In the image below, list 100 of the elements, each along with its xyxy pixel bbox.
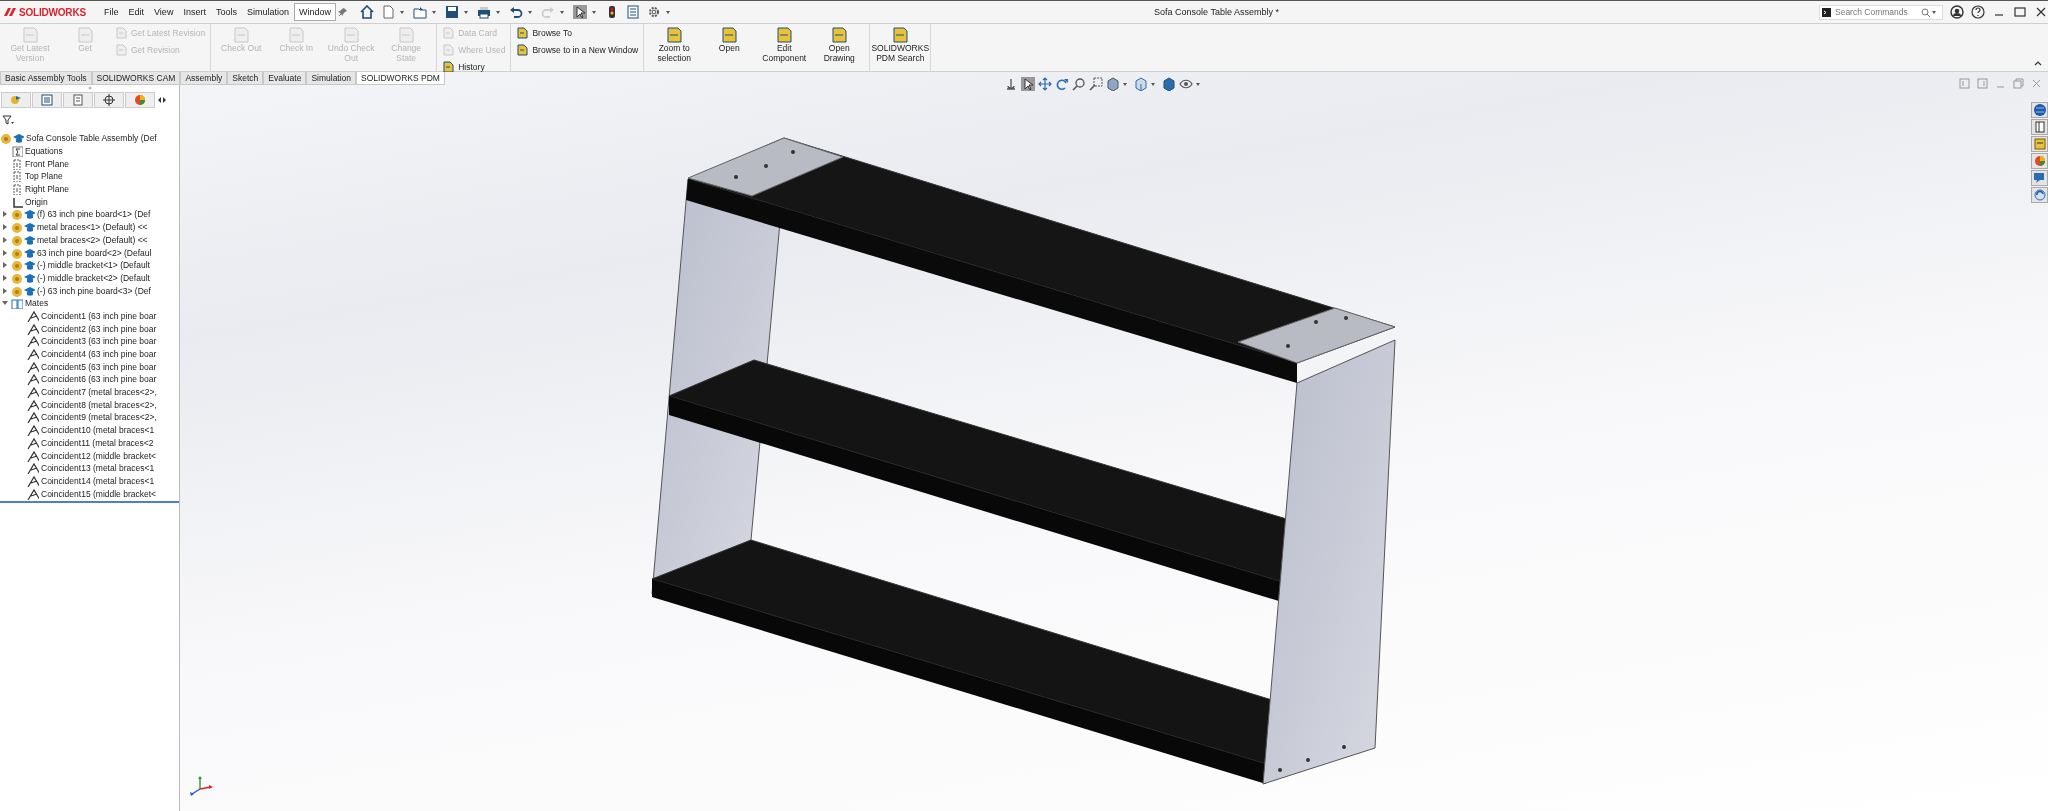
close-icon[interactable] (2034, 5, 2048, 19)
menu-item[interactable]: File (99, 3, 124, 21)
undo-icon[interactable] (508, 5, 523, 19)
tree-item[interactable]: Equations (25, 146, 63, 157)
pointer-icon[interactable] (1021, 77, 1035, 91)
view-orientation-icon[interactable] (1134, 77, 1148, 91)
list-icon[interactable] (625, 5, 640, 19)
collapse-icon[interactable] (2034, 60, 2042, 66)
caret-icon[interactable] (1196, 82, 1200, 86)
menu-item[interactable]: Window (293, 3, 336, 21)
zoom-icon[interactable] (1072, 77, 1086, 91)
caret-icon[interactable] (431, 10, 436, 14)
tree-item[interactable]: Coincident4 (63 inch pine boar (41, 349, 157, 360)
help-icon[interactable] (1971, 5, 1985, 19)
ribbon-button[interactable]: Edit Component (758, 26, 811, 64)
menu-item[interactable]: Edit (123, 3, 150, 21)
document-icon[interactable] (516, 27, 529, 39)
menu-item[interactable]: Tools (210, 3, 242, 21)
filter-icon[interactable] (2, 115, 14, 125)
caret-icon[interactable] (1123, 82, 1127, 86)
expander-icon[interactable] (2, 274, 8, 281)
tab[interactable]: Simulation (306, 72, 357, 85)
caret-icon[interactable] (495, 10, 500, 14)
tree-item[interactable]: 63 inch pine board<2> (Defaul (37, 247, 152, 258)
tree-item[interactable]: metal braces<2> (Default) << (37, 234, 148, 245)
tile-right-icon[interactable] (1977, 78, 1988, 89)
tree-item[interactable]: Coincident14 (metal braces<1 (41, 475, 155, 486)
open-folder-icon[interactable] (412, 5, 427, 19)
tree-item[interactable]: (-) middle bracket<1> (Default (37, 260, 150, 271)
printer-icon[interactable] (476, 5, 491, 19)
tree-item[interactable]: Origin (25, 196, 48, 207)
expander-icon[interactable] (2, 287, 8, 294)
document-icon[interactable] (721, 27, 738, 43)
tree-item[interactable]: Right Plane (25, 184, 69, 195)
ribbon-button[interactable]: SOLIDWORKS PDM Search (874, 26, 927, 64)
pointer-icon[interactable] (572, 5, 587, 19)
document-icon[interactable] (892, 27, 909, 43)
tree-item[interactable]: Coincident5 (63 inch pine boar (41, 361, 157, 372)
maximize-icon[interactable] (2013, 5, 2027, 19)
tree-item[interactable]: Mates (25, 298, 49, 309)
task-pane-tab[interactable] (2031, 102, 2048, 118)
task-pane-tab[interactable] (2031, 136, 2048, 152)
tree-item[interactable]: Coincident7 (metal braces<2>, (41, 387, 157, 398)
expander-icon[interactable] (2, 300, 8, 307)
tab[interactable]: Sketch (227, 72, 264, 85)
expander-icon[interactable] (2, 211, 8, 218)
task-pane-tab[interactable] (2031, 153, 2048, 169)
rotate-icon[interactable] (1055, 77, 1069, 91)
save-icon[interactable] (444, 5, 459, 19)
tree-item[interactable]: Coincident3 (63 inch pine boar (41, 336, 157, 347)
tree-item[interactable]: Sofa Console Table Assembly (Def (26, 133, 157, 144)
tree-item[interactable]: Coincident6 (63 inch pine boar (41, 374, 157, 385)
task-pane-tab[interactable] (2031, 187, 2048, 203)
ribbon-button[interactable]: Open (703, 26, 756, 55)
tab[interactable]: Evaluate (263, 72, 307, 85)
expander-icon[interactable] (2, 262, 8, 269)
caret-icon[interactable] (591, 10, 596, 14)
menu-item[interactable]: View (149, 3, 179, 21)
tree-item[interactable]: (-) middle bracket<2> (Default (37, 272, 150, 283)
ribbon-button[interactable]: Open Drawing (813, 26, 866, 64)
caret-icon[interactable] (527, 10, 532, 14)
search-icon[interactable] (1921, 7, 1930, 17)
menu-item[interactable]: Insert (178, 3, 211, 21)
caret-icon[interactable] (665, 10, 670, 14)
ribbon-button[interactable]: Browse to in a New Window (515, 43, 640, 57)
tree-item[interactable]: Coincident10 (metal braces<1 (41, 425, 155, 436)
document-icon[interactable] (776, 27, 793, 43)
caret-icon[interactable] (1932, 10, 1936, 14)
tab[interactable]: Basic Assembly Tools (0, 72, 92, 85)
expander-icon[interactable] (2, 236, 8, 243)
task-pane-tab[interactable] (2031, 170, 2048, 186)
tree-item[interactable]: metal braces<1> (Default) << (37, 222, 148, 233)
gear-icon[interactable] (646, 5, 661, 19)
tab[interactable]: Assembly (180, 72, 228, 85)
tree-item[interactable]: Coincident11 (metal braces<2 (41, 437, 154, 448)
user-icon[interactable] (1950, 5, 1964, 19)
tab[interactable]: SOLIDWORKS PDM (356, 72, 445, 85)
grip-icon[interactable] (87, 86, 92, 90)
tree-item[interactable]: Coincident15 (middle bracket< (41, 488, 157, 499)
document-icon[interactable] (380, 5, 395, 19)
document-icon[interactable] (831, 27, 848, 43)
tree-item[interactable]: Top Plane (25, 171, 63, 182)
tile-left-icon[interactable] (1959, 78, 1970, 89)
menu-item[interactable]: Simulation (241, 3, 294, 21)
home-icon[interactable] (359, 5, 374, 19)
document-icon[interactable] (442, 61, 455, 73)
scroll-arrows-icon[interactable] (156, 96, 168, 104)
pan-icon[interactable] (1038, 77, 1052, 91)
tree-item[interactable]: Coincident8 (metal braces<2>, (41, 399, 157, 410)
tree-item[interactable]: Coincident1 (63 inch pine boar (41, 310, 157, 321)
tree-item[interactable]: Coincident2 (63 inch pine boar (41, 323, 157, 334)
caret-icon[interactable] (559, 10, 564, 14)
tree-item[interactable]: Coincident12 (middle bracket< (41, 450, 157, 461)
caret-icon[interactable] (1151, 82, 1155, 86)
tree-item[interactable]: Coincident13 (metal braces<1 (41, 463, 155, 474)
tree-item[interactable]: (f) 63 inch pine board<1> (Def (37, 209, 151, 220)
tab[interactable]: SOLIDWORKS CAM (91, 72, 181, 85)
panel-tab[interactable] (94, 92, 124, 108)
tree-item[interactable]: Front Plane (25, 158, 69, 169)
zoom-area-icon[interactable] (1089, 77, 1103, 91)
